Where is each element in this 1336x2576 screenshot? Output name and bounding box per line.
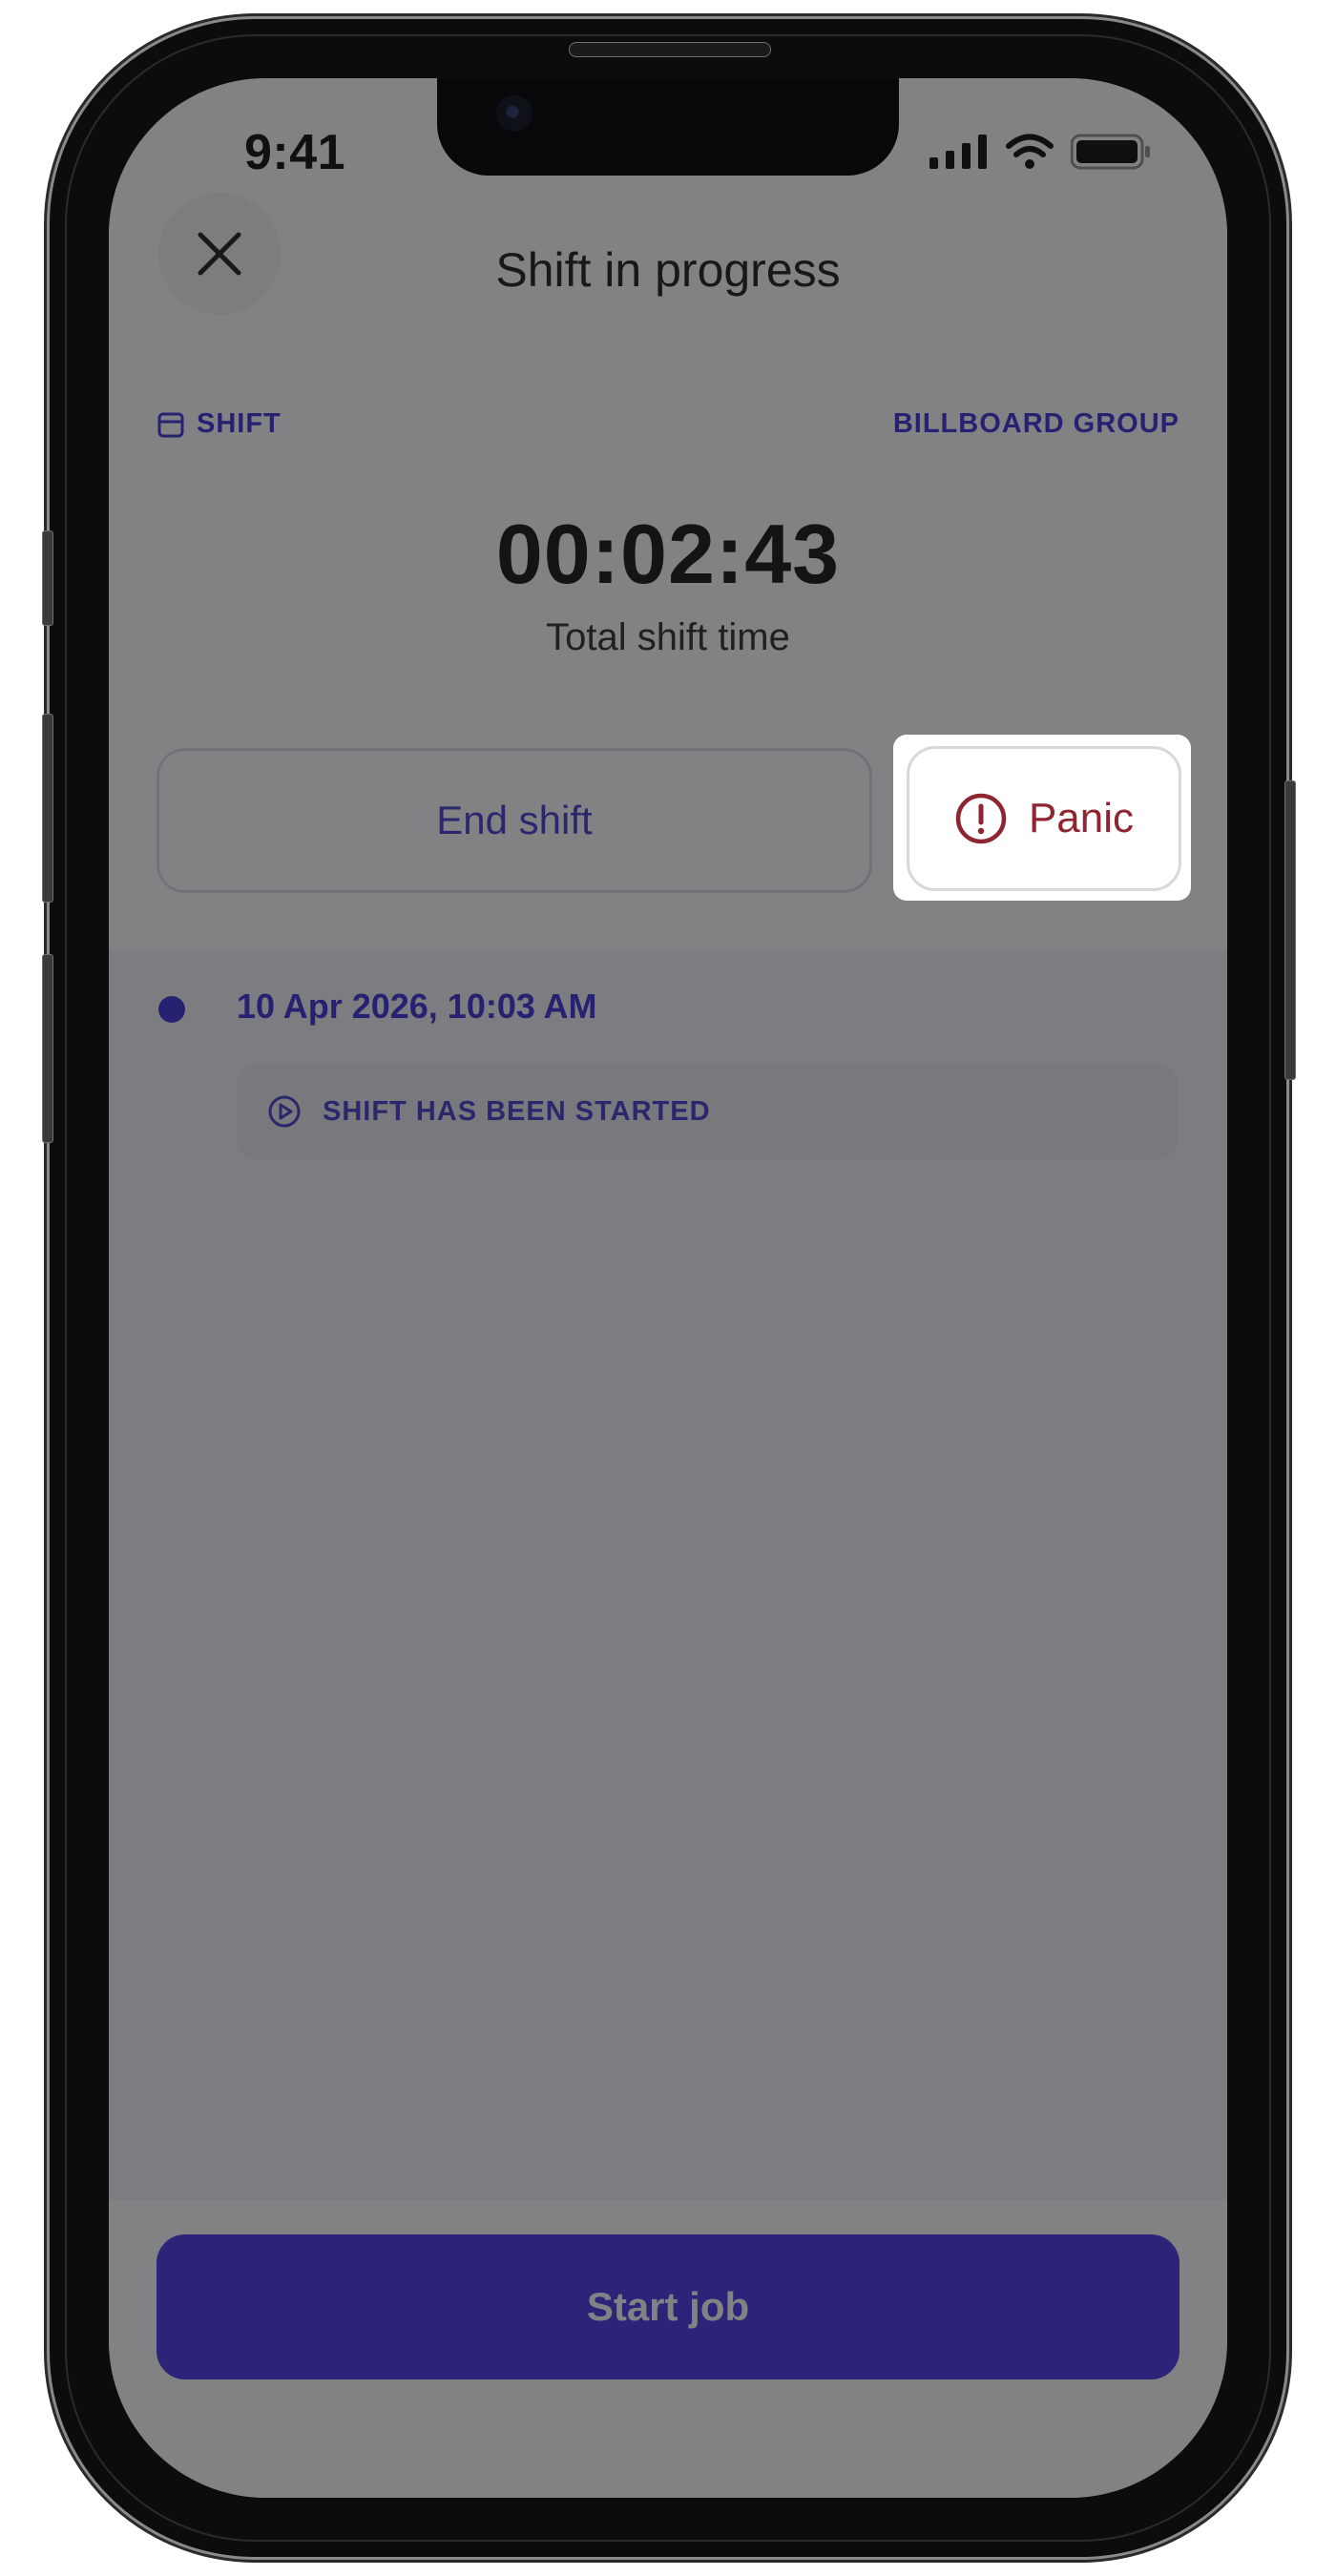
alert-circle-icon [955, 793, 1007, 844]
calendar-icon [157, 412, 184, 437]
play-circle-icon [268, 1095, 301, 1128]
shift-label: SHIFT [157, 408, 282, 440]
shift-timer: 00:02:43 [495, 507, 841, 601]
status-indicators [929, 134, 1151, 170]
signal-icon [929, 135, 987, 169]
start-job-button[interactable]: Start job [157, 2234, 1179, 2379]
company-name: BILLBOARD GROUP [892, 408, 1179, 439]
power-button [1284, 780, 1296, 1080]
status-time: 9:41 [244, 125, 346, 180]
screen: 9:41 Shift in progress SHIFT BILLBOARD G… [109, 78, 1227, 2498]
timeline-event-text: SHIFT HAS BEEN STARTED [323, 1095, 711, 1127]
end-shift-button[interactable]: End shift [157, 748, 872, 893]
page-title: Shift in progress [495, 243, 841, 297]
volume-up-button [42, 714, 53, 903]
shift-label-text: SHIFT [197, 408, 282, 439]
volume-down-button [42, 954, 53, 1143]
panic-label: Panic [1028, 795, 1135, 841]
speaker-grille [569, 42, 771, 57]
camera-icon [496, 95, 532, 132]
battery-icon [1071, 134, 1150, 170]
panic-button[interactable]: Panic [907, 746, 1181, 891]
timer-caption: Total shift time [546, 616, 790, 658]
timeline-dot [158, 996, 185, 1023]
mute-switch [42, 530, 53, 626]
timeline-date: 10 Apr 2026, 10:03 AM [237, 987, 597, 1026]
notch [437, 78, 899, 176]
wifi-icon [1006, 134, 1054, 169]
timeline-event: SHIFT HAS BEEN STARTED [237, 1063, 1178, 1160]
